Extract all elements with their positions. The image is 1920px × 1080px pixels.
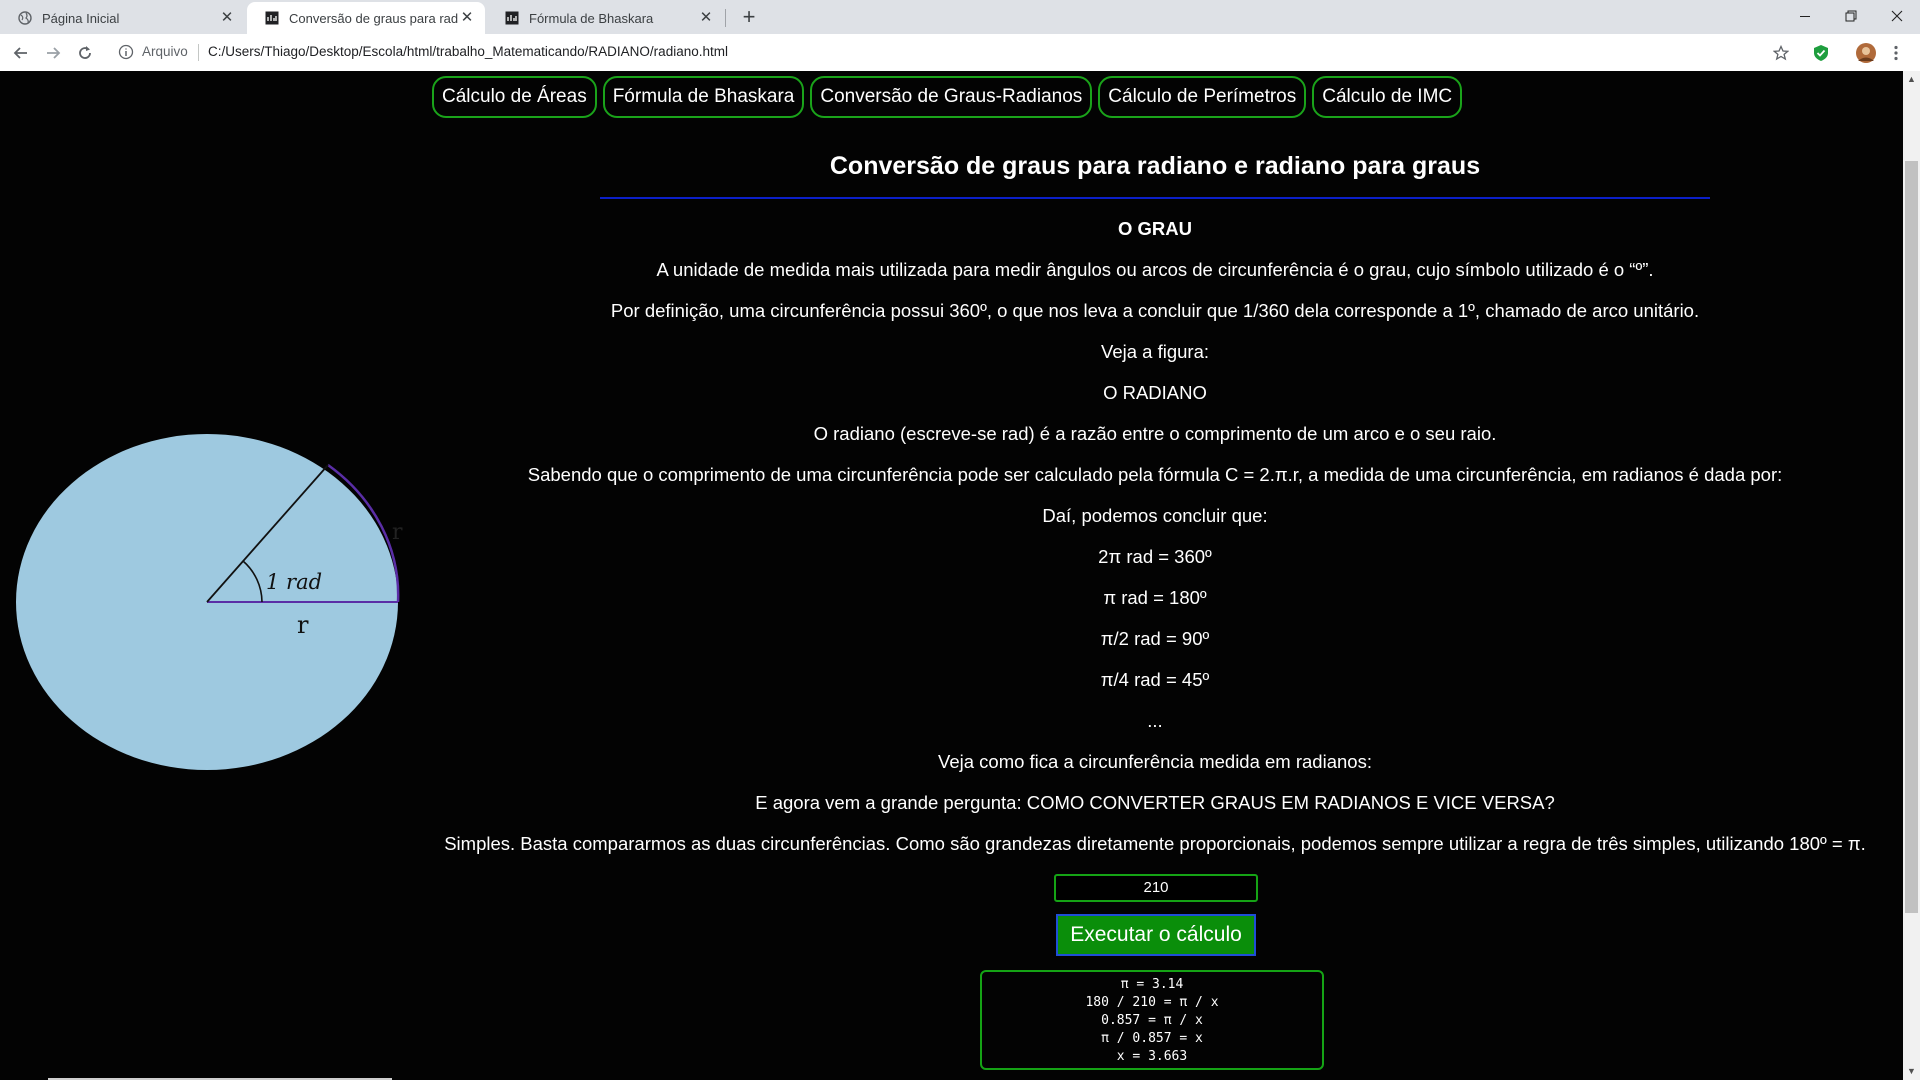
nav-conversao-graus-radianos[interactable]: Conversão de Graus-Radianos [810, 76, 1093, 118]
result-line: π / 0.857 = x [1101, 1031, 1203, 1046]
reload-icon [79, 46, 91, 59]
arc-label: r [392, 520, 403, 545]
page-viewport: Cálculo de Áreas Fórmula de Bhaskara Con… [0, 71, 1903, 1080]
forward-arrow-icon [47, 47, 61, 59]
paragraph-conclusao: Daí, podemos concluir que: [1042, 505, 1268, 526]
angle-label: 1 rad [266, 570, 322, 594]
back-arrow-icon [13, 47, 27, 59]
tab-title: Página Inicial [42, 10, 120, 26]
browser-toolbar: Arquivo C:/Users/Thiago/Desktop/Escola/h… [0, 34, 1920, 72]
paragraph-formula-circunferencia: Sabendo que o comprimento de uma circunf… [527, 464, 1783, 485]
execute-calculation-button[interactable]: Executar o cálculo [1056, 914, 1256, 956]
nav-calculo-perimetros[interactable]: Cálculo de Perímetros [1098, 76, 1307, 118]
scroll-thumb[interactable] [1905, 161, 1918, 913]
close-tab-icon[interactable]: ✕ [698, 10, 714, 26]
tab-strip: Página Inicial ✕ Conversão de graus para… [0, 0, 1920, 34]
address-bar[interactable]: Arquivo C:/Users/Thiago/Desktop/Escola/h… [110, 38, 1770, 67]
tab-pagina-inicial[interactable]: Página Inicial ✕ [0, 2, 245, 34]
section-title-radiano: O RADIANO [1103, 382, 1207, 403]
paragraph-grau-definicao: A unidade de medida mais utilizada para … [656, 259, 1654, 280]
chart-page-icon [505, 11, 519, 25]
page-scrollbar[interactable]: ▲ ▼ [1903, 71, 1920, 1080]
address-url[interactable]: C:/Users/Thiago/Desktop/Escola/html/trab… [208, 44, 728, 59]
info-icon[interactable] [118, 44, 134, 60]
tab-divider [725, 9, 726, 27]
close-window-button[interactable] [1874, 0, 1920, 32]
paragraph-circunferencia: Por definição, uma circunferência possui… [610, 300, 1700, 321]
paragraph-radiano-definicao: O radiano (escreve-se rad) é a razão ent… [813, 423, 1497, 444]
title-divider [600, 197, 1710, 199]
nav-calculo-areas[interactable]: Cálculo de Áreas [432, 76, 597, 118]
tab-bhaskara[interactable]: Fórmula de Bhaskara ✕ [487, 2, 724, 34]
shield-extension-icon[interactable] [1810, 42, 1832, 64]
paragraph-regra-tres: Simples. Basta compararmos as duas circu… [444, 833, 1866, 854]
result-line: π = 3.14 [1120, 977, 1184, 992]
chart-page-icon [265, 11, 279, 25]
equation-pi: π rad = 180º [1103, 587, 1207, 608]
paragraph-veja-figura: Veja a figura: [1101, 341, 1209, 362]
equation-pi-2: π/2 rad = 90º [1100, 628, 1210, 649]
ellipsis-text: ... [1147, 710, 1163, 731]
radius-label: r [297, 611, 309, 639]
nav-calculo-imc[interactable]: Cálculo de IMC [1312, 76, 1463, 118]
restore-button[interactable] [1828, 0, 1874, 32]
result-textarea[interactable]: π = 3.14 180 / 210 = π / x 0.857 = π / x… [980, 970, 1324, 1070]
address-scheme: Arquivo [142, 44, 188, 59]
scroll-down-arrow-icon[interactable]: ▼ [1903, 1063, 1920, 1080]
new-tab-button[interactable]: + [738, 6, 760, 28]
menu-kebab-icon[interactable] [1885, 42, 1907, 64]
paragraph-pergunta: E agora vem a grande pergunta: COMO CONV… [755, 792, 1555, 813]
result-line: x = 3.663 [1116, 1049, 1188, 1064]
radian-figure: 1 rad r r [16, 434, 403, 770]
result-line: 0.857 = π / x [1101, 1013, 1203, 1028]
equation-2pi: 2π rad = 360º [1098, 546, 1212, 567]
tab-title: Conversão de graus para radiano [289, 10, 459, 26]
page-title: Conversão de graus para radiano e radian… [829, 152, 1481, 180]
forward-button[interactable] [41, 41, 65, 65]
close-tab-icon[interactable]: ✕ [219, 10, 235, 26]
avatar[interactable] [1855, 42, 1877, 64]
equation-pi-4: π/4 rad = 45º [1100, 669, 1210, 690]
main-nav: Cálculo de Áreas Fórmula de Bhaskara Con… [432, 76, 1463, 118]
scroll-up-arrow-icon[interactable]: ▲ [1903, 71, 1920, 88]
section-title-grau: O GRAU [1118, 218, 1192, 239]
paragraph-circunferencia-radianos: Veja como fica a circunferência medida e… [938, 751, 1372, 772]
address-divider [198, 44, 199, 61]
back-button[interactable] [9, 41, 33, 65]
bookmark-star-icon[interactable] [1770, 42, 1792, 64]
close-tab-icon[interactable]: ✕ [459, 10, 475, 26]
minimize-button[interactable] [1782, 0, 1828, 32]
result-line: 180 / 210 = π / x [1085, 995, 1219, 1010]
reload-button[interactable] [73, 41, 97, 65]
nav-formula-bhaskara[interactable]: Fórmula de Bhaskara [602, 76, 805, 118]
globe-icon [18, 11, 32, 25]
tab-title: Fórmula de Bhaskara [529, 10, 654, 26]
degree-input[interactable] [1054, 874, 1258, 902]
tab-conversao[interactable]: Conversão de graus para radiano ✕ [247, 2, 485, 34]
